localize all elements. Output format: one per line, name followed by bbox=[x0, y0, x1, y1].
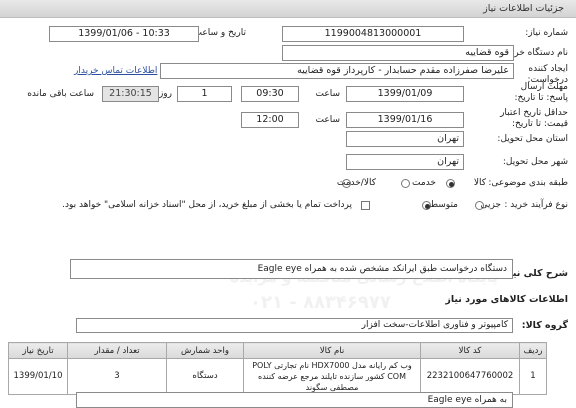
remaining-time-label: ساعت باقی مانده bbox=[27, 89, 94, 99]
goods-section-title: اطلاعات کالاهای مورد نیاز bbox=[445, 294, 568, 305]
table-row: 1 2232100647760002 وب کم رایانه مدل HDX7… bbox=[8, 358, 547, 395]
category-radio-service[interactable] bbox=[401, 179, 410, 188]
price-validity-time: 12:00 bbox=[241, 112, 299, 128]
treasury-payment-checkbox[interactable] bbox=[361, 201, 370, 210]
reply-days-field: 1 bbox=[177, 86, 232, 102]
col-qty: تعداد / مقدار bbox=[67, 342, 167, 359]
delivery-province-field: تهران bbox=[346, 131, 464, 147]
need-number-field: 1199004813000001 bbox=[282, 26, 464, 42]
cell-date: 1399/01/10 bbox=[8, 358, 68, 395]
cell-name: وب کم رایانه مدل HDX7000 نام تجارتی POLY… bbox=[243, 358, 421, 395]
col-row: ردیف bbox=[519, 342, 547, 359]
summary-field: دستگاه درخواست طبق ایرانکد مشخص شده به ه… bbox=[70, 259, 513, 279]
reply-time-label: ساعت bbox=[315, 89, 341, 99]
reply-deadline-label: مهلت ارسال پاسخ: تا تاریخ: bbox=[514, 82, 568, 103]
category-label: طبقه بندی موضوعی: bbox=[488, 178, 568, 188]
delivery-city-label: شهر محل تحویل: bbox=[502, 157, 568, 167]
delivery-city-field: تهران bbox=[346, 154, 464, 170]
purchase-type-label: نوع فرآیند خرید : bbox=[504, 200, 568, 210]
need-number-label: شماره نیاز: bbox=[525, 28, 568, 38]
price-validity-date: 1399/01/16 bbox=[346, 112, 464, 128]
delivery-province-label: استان محل تحویل: bbox=[497, 134, 568, 144]
remaining-time-field: 21:30:15 bbox=[102, 86, 159, 102]
reply-deadline-time: 09:30 bbox=[241, 86, 299, 102]
cell-row: 1 bbox=[519, 358, 547, 395]
reply-deadline-date: 1399/01/09 bbox=[346, 86, 464, 102]
col-name: نام کالا bbox=[243, 342, 421, 359]
cell-unit: دستگاه bbox=[166, 358, 244, 395]
goods-group-label: گروه کالا: bbox=[521, 320, 568, 331]
col-date: تاریخ نیاز bbox=[8, 342, 68, 359]
goods-group-field: کامپیوتر و فناوری اطلاعات-سخت افزار bbox=[76, 318, 513, 333]
col-unit: واحد شمارش bbox=[166, 342, 244, 359]
price-validity-label: حداقل تاریخ اعتبار قیمت: تا تاریخ: bbox=[500, 108, 568, 129]
category-option-service: خدمت bbox=[412, 178, 436, 188]
treasury-payment-note: پرداخت تمام یا بخشی از مبلغ خرید، از محل… bbox=[62, 200, 352, 210]
cell-code: 2232100647760002 bbox=[420, 358, 520, 395]
announce-date-field: 1399/01/06 - 10:33 bbox=[49, 26, 199, 42]
category-option-goods: کالا bbox=[473, 178, 486, 188]
page-title: جزئیات اطلاعات نیاز bbox=[483, 3, 564, 14]
buyer-contact-link[interactable]: اطلاعات تماس خریدار bbox=[74, 66, 157, 77]
purchase-option-medium: متوسط bbox=[429, 200, 458, 210]
cell-qty: 3 bbox=[67, 358, 167, 395]
goods-table: ردیف کد کالا نام کالا واحد شمارش تعداد /… bbox=[8, 342, 547, 395]
requester-field: علیرضا صفرزاده مقدم حسابدار - کارپرداز ق… bbox=[160, 63, 514, 79]
buyer-org-field: قوه قضاییه bbox=[282, 45, 514, 61]
goods-table-header: ردیف کد کالا نام کالا واحد شمارش تعداد /… bbox=[8, 342, 547, 359]
price-validity-time-label: ساعت bbox=[315, 115, 341, 125]
category-radio-goods[interactable] bbox=[446, 179, 455, 188]
watermark-line2: ۰۲۱ - ۸۸۳۴۶۹۷۷ bbox=[250, 292, 391, 313]
category-option-goods-service: کالا/خدمت bbox=[336, 178, 376, 188]
buyer-notes-field: به همراه Eagle eye bbox=[76, 392, 513, 408]
purchase-option-minor: جزیی bbox=[480, 200, 501, 210]
col-code: کد کالا bbox=[420, 342, 520, 359]
